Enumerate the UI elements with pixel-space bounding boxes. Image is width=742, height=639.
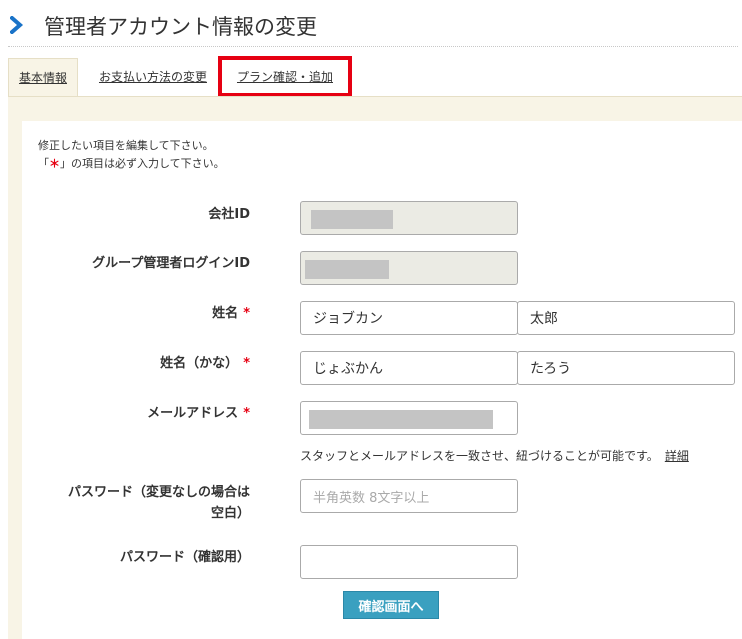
- redacted-value: [311, 210, 393, 229]
- name-label: 姓名 *: [212, 303, 250, 324]
- note-prefix: 「: [38, 157, 49, 170]
- password-label: パスワード（変更なしの場合は空白）: [68, 482, 250, 524]
- name-label-text: 姓名: [212, 306, 239, 321]
- note-suffix: 」の項目は必ず入力して下さい。: [60, 157, 225, 170]
- details-link[interactable]: 詳細: [665, 449, 689, 463]
- confirm-button[interactable]: 確認画面へ: [343, 591, 439, 619]
- required-mark: *: [243, 306, 250, 321]
- group-login-id-field: [300, 251, 518, 285]
- name-kana-label-text: 姓名（かな）: [160, 356, 239, 371]
- group-login-id-label: グループ管理者ログインID: [92, 256, 250, 271]
- name-kana-label: 姓名（かな） *: [160, 353, 250, 374]
- instruction-text: 修正したい項目を編集して下さい。: [38, 139, 214, 152]
- password-label-line2: 空白）: [210, 506, 250, 521]
- required-note: 「＊」の項目は必ず入力して下さい。: [38, 155, 225, 171]
- password-confirm-label: パスワード（確認用）: [119, 550, 250, 565]
- header-divider: [8, 46, 738, 47]
- email-help-text: スタッフとメールアドレスを一致させ、紐づけることが可能です。: [300, 449, 659, 463]
- redacted-value: [309, 410, 493, 429]
- password-input[interactable]: 半角英数 8文字以上: [300, 479, 518, 513]
- redacted-value: [305, 260, 389, 279]
- first-name-input[interactable]: 太郎: [517, 301, 735, 335]
- password-label-line1: パスワード（変更なしの場合は: [67, 485, 250, 500]
- email-label: メールアドレス *: [147, 403, 250, 424]
- email-help: スタッフとメールアドレスを一致させ、紐づけることが可能です。 詳細: [300, 447, 689, 464]
- last-name-kana-input[interactable]: じょぶかん: [300, 351, 518, 385]
- required-mark: *: [243, 356, 250, 371]
- chevron-right-icon: [10, 16, 24, 34]
- last-name-input[interactable]: ジョブカン: [300, 301, 518, 335]
- first-name-kana-input[interactable]: たろう: [517, 351, 735, 385]
- page-header: 管理者アカウント情報の変更: [0, 0, 742, 48]
- tab-basic-info[interactable]: 基本情報: [8, 58, 78, 96]
- email-input[interactable]: [300, 401, 518, 435]
- email-label-text: メールアドレス: [147, 406, 239, 421]
- password-confirm-input[interactable]: [300, 545, 518, 579]
- tab-payment-method[interactable]: お支払い方法の変更: [88, 58, 218, 95]
- company-id-field: [300, 201, 518, 235]
- required-mark: *: [243, 406, 250, 421]
- tab-plan-confirm[interactable]: プラン確認・追加: [218, 56, 352, 97]
- page-title: 管理者アカウント情報の変更: [44, 15, 317, 39]
- required-mark: ＊: [49, 157, 60, 170]
- company-id-label: 会社ID: [208, 207, 250, 222]
